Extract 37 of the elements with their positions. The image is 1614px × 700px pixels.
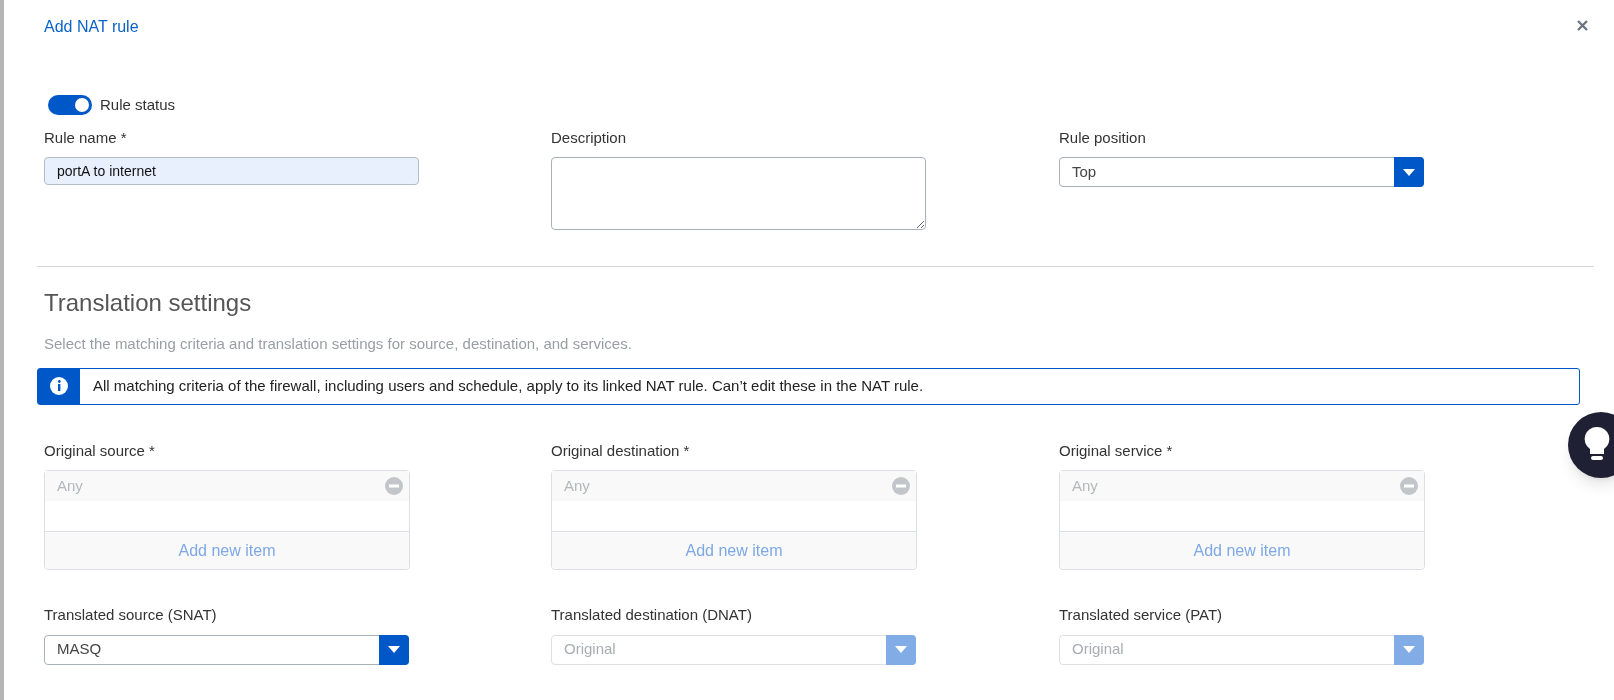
add-item-button[interactable]: Add new item [1060, 531, 1424, 569]
field-label: Translated service (PAT) [1059, 605, 1224, 625]
dropdown-caret-icon [1394, 157, 1424, 187]
add-item-button[interactable]: Add new item [45, 531, 409, 569]
close-icon[interactable] [1577, 19, 1588, 31]
select-value: Top [1071, 161, 1098, 182]
field-label: Description [551, 127, 628, 148]
add-item-button[interactable]: Add new item [552, 531, 916, 569]
field-label: Original destination * [551, 440, 691, 461]
info-message: All matching criteria of the firewall, including users and schedule, apply to its linked NAT rule. Can’t edit these in the NAT rule. [92, 375, 925, 396]
description-field[interactable] [551, 157, 926, 230]
remove-icon[interactable] [892, 477, 910, 495]
toggle-label: Rule status [100, 95, 176, 115]
section-subtitle: Select the matching criteria and translation settings for source, destination, and services. [44, 334, 633, 354]
rule-status-toggle[interactable] [48, 95, 92, 116]
remove-icon[interactable] [385, 477, 403, 495]
list-item: Any [1072, 475, 1098, 496]
dropdown-caret-icon [886, 634, 916, 665]
field-label: Rule position [1059, 127, 1147, 148]
remove-icon[interactable] [1400, 477, 1418, 495]
field-label: Translated destination (DNAT) [551, 605, 753, 625]
list-item: Any [564, 475, 590, 496]
field-label: Original source * [44, 440, 156, 461]
select-value: Original [1071, 639, 1125, 660]
select-value: MASQ [56, 639, 103, 660]
dialog-title: Add NAT rule [44, 17, 139, 37]
dropdown-caret-icon [379, 634, 409, 665]
select-value: Original [563, 639, 617, 660]
section-heading: Translation settings [44, 288, 253, 318]
field-label: Translated source (SNAT) [44, 605, 218, 625]
rule-name-field[interactable]: portA to internet [44, 157, 419, 185]
dropdown-caret-icon [1394, 634, 1424, 665]
list-item: Any [57, 475, 83, 496]
translated-select[interactable]: MASQ [44, 634, 409, 665]
field-label: Rule name * [44, 127, 128, 148]
field-label: Original service * [1059, 440, 1174, 461]
rule-position-select[interactable]: Top [1059, 157, 1424, 187]
